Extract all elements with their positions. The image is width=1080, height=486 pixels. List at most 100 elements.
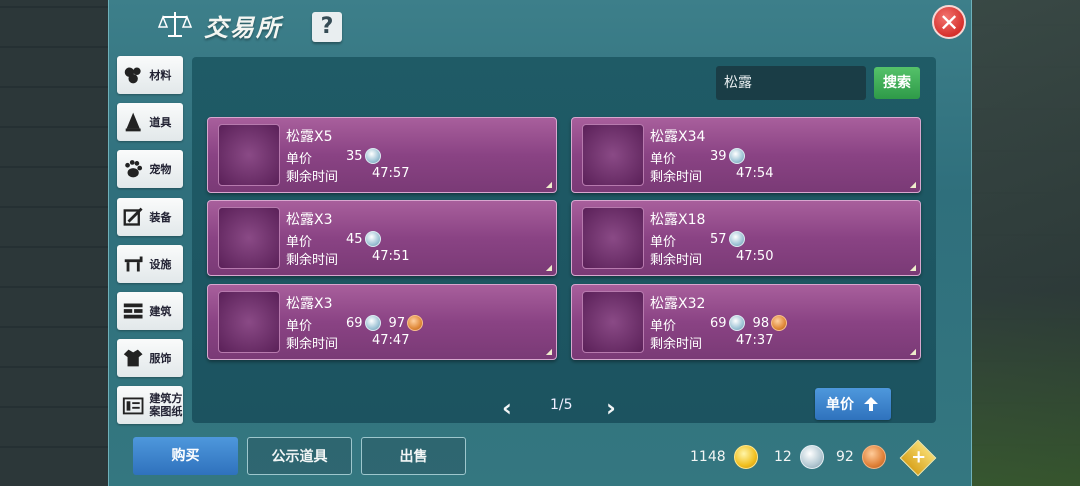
copper-balance: 92 xyxy=(836,445,886,469)
silver-amount: 57 xyxy=(710,231,727,247)
time-label: 剩余时间 xyxy=(286,170,339,185)
sidebar-item-materials[interactable]: 材料 xyxy=(117,56,183,94)
listing-card[interactable]: 松露X3 单价 69 97 剩余时间 47:47 ◢ xyxy=(207,284,557,360)
sidebar-item-label: 道具 xyxy=(149,115,172,129)
time-label: 剩余时间 xyxy=(650,170,703,185)
sidebar-item-building[interactable]: 建筑 xyxy=(117,292,183,330)
item-name: 松露X5 xyxy=(286,129,333,145)
remaining-time: 47:47 xyxy=(372,333,410,348)
silver-amount: 45 xyxy=(346,231,363,247)
time-label: 剩余时间 xyxy=(650,253,703,268)
truffle-item-icon xyxy=(582,207,644,269)
sidebar-item-clothing[interactable]: 服饰 xyxy=(117,339,183,377)
next-page-button[interactable]: › xyxy=(606,394,616,422)
sidebar-item-equipment[interactable]: 装备 xyxy=(117,198,183,236)
truffle-item-icon xyxy=(218,207,280,269)
item-price: 57 xyxy=(710,231,753,247)
materials-icon xyxy=(124,67,141,84)
silver-coin-icon xyxy=(728,231,745,247)
listing-card[interactable]: 松露X18 单价 57 剩余时间 47:50 ◢ xyxy=(571,200,921,276)
silver-coin-icon xyxy=(364,231,381,247)
listing-card[interactable]: 松露X3 单价 45 剩余时间 47:51 ◢ xyxy=(207,200,557,276)
plus-icon: + xyxy=(911,446,927,468)
blueprint-icon xyxy=(122,397,144,415)
item-price: 35 xyxy=(346,148,389,164)
item-price: 69 97 xyxy=(346,315,431,331)
expand-corner-icon: ◢ xyxy=(545,263,552,272)
sell-button[interactable]: 出售 xyxy=(361,437,466,475)
time-label: 剩余时间 xyxy=(286,253,339,268)
gold-coin-icon xyxy=(733,445,758,469)
sidebar-item-label: 宠物 xyxy=(149,162,172,176)
pet-paw-icon xyxy=(125,160,143,178)
sort-by-price-button[interactable]: 单价 xyxy=(815,388,891,420)
sidebar-item-label: 装备 xyxy=(149,210,172,224)
sidebar-item-blueprint[interactable]: 建筑方案图纸 xyxy=(117,386,183,424)
clothing-icon xyxy=(123,349,143,367)
world-wall-right xyxy=(970,0,1080,486)
listing-card[interactable]: 松露X34 单价 39 剩余时间 47:54 ◢ xyxy=(571,117,921,193)
truffle-item-icon xyxy=(218,291,280,353)
time-label: 剩余时间 xyxy=(286,337,339,352)
facility-icon xyxy=(124,256,143,272)
public-items-button[interactable]: 公示道具 xyxy=(247,437,352,475)
buy-button[interactable]: 购买 xyxy=(133,437,238,475)
search-button[interactable]: 搜索 xyxy=(874,67,920,99)
expand-corner-icon: ◢ xyxy=(909,180,916,189)
copper-amount: 97 xyxy=(388,315,406,331)
price-label: 单价 xyxy=(650,235,677,250)
truffle-item-icon xyxy=(582,291,644,353)
close-button[interactable]: ✕ xyxy=(932,5,966,39)
listing-card[interactable]: 松露X32 单价 69 98 剩余时间 47:37 ◢ xyxy=(571,284,921,360)
sidebar-item-label: 建筑 xyxy=(149,304,172,318)
item-icon xyxy=(125,112,141,132)
scales-icon xyxy=(158,12,192,37)
item-name: 松露X3 xyxy=(286,296,333,312)
sidebar-item-label: 设施 xyxy=(149,257,172,271)
sort-arrow-icon xyxy=(864,397,878,411)
silver-coin-icon xyxy=(728,148,745,164)
silver-amount: 69 xyxy=(346,315,363,331)
item-name: 松露X18 xyxy=(650,212,706,228)
expand-corner-icon: ◢ xyxy=(909,263,916,272)
copper-amount: 98 xyxy=(752,315,770,331)
search-input[interactable]: 松露 xyxy=(716,66,866,100)
time-label: 剩余时间 xyxy=(650,337,703,352)
expand-corner-icon: ◢ xyxy=(909,347,916,356)
price-label: 单价 xyxy=(650,319,677,334)
item-name: 松露X32 xyxy=(650,296,706,312)
sidebar-item-label: 服饰 xyxy=(149,351,172,365)
remaining-time: 47:37 xyxy=(736,333,774,348)
price-label: 单价 xyxy=(650,152,677,167)
silver-coin-icon xyxy=(364,315,381,331)
help-button[interactable]: ? xyxy=(312,12,342,42)
truffle-item-icon xyxy=(582,124,644,186)
sidebar-item-items[interactable]: 道具 xyxy=(117,103,183,141)
remaining-time: 47:57 xyxy=(372,166,410,181)
gold-amount: 1148 xyxy=(690,449,726,465)
silver-amount: 12 xyxy=(774,449,792,465)
page-title: 交易所 xyxy=(204,13,282,42)
equipment-icon xyxy=(123,207,143,226)
gold-balance: 1148 xyxy=(690,445,758,469)
sidebar-item-pets[interactable]: 宠物 xyxy=(117,150,183,188)
copper-coin-icon xyxy=(771,315,788,331)
remaining-time: 47:54 xyxy=(736,166,774,181)
silver-balance: 12 xyxy=(774,445,824,469)
expand-corner-icon: ◢ xyxy=(545,180,552,189)
item-price: 45 xyxy=(346,231,389,247)
world-wall-left xyxy=(0,0,108,486)
copper-amount: 92 xyxy=(836,449,854,465)
sidebar-item-facility[interactable]: 设施 xyxy=(117,245,183,283)
silver-coin-icon xyxy=(728,315,745,331)
silver-coin-icon xyxy=(364,148,381,164)
silver-coin-icon xyxy=(799,445,824,469)
copper-coin-icon xyxy=(861,445,886,469)
copper-coin-icon xyxy=(407,315,424,331)
sort-label: 单价 xyxy=(826,397,854,413)
silver-amount: 39 xyxy=(710,148,727,164)
silver-amount: 69 xyxy=(710,315,727,331)
building-icon xyxy=(123,303,143,319)
previous-page-button[interactable]: ‹ xyxy=(502,394,512,422)
listing-card[interactable]: 松露X5 单价 35 剩余时间 47:57 ◢ xyxy=(207,117,557,193)
